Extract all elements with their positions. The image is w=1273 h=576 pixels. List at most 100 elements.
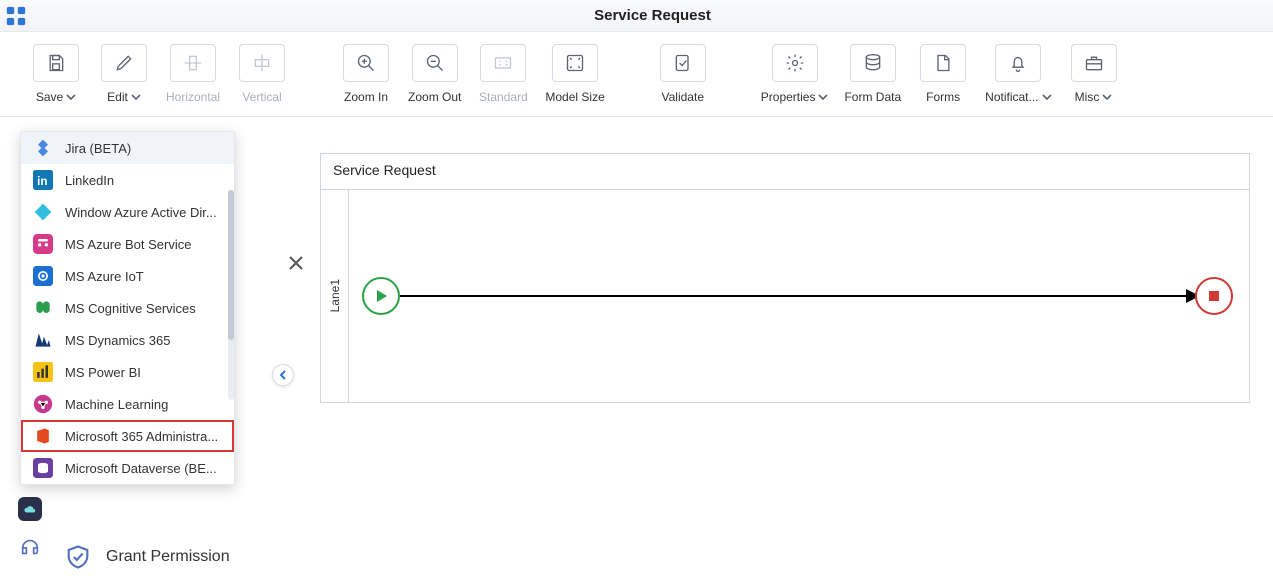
vertical-label: Vertical xyxy=(242,90,281,104)
pencil-icon xyxy=(114,53,134,73)
svg-text:in: in xyxy=(37,175,47,188)
cloud-icon xyxy=(23,502,37,516)
panel-close-button[interactable] xyxy=(286,253,306,273)
dropdown-item[interactable]: Microsoft Dataverse (BE... xyxy=(21,452,234,484)
dropdown-item[interactable]: MS Power BI xyxy=(21,356,234,388)
zoom-in-label: Zoom In xyxy=(344,90,388,104)
sequence-flow[interactable] xyxy=(400,295,1196,297)
dropdown-item[interactable]: Machine Learning xyxy=(21,388,234,420)
form-data-label: Form Data xyxy=(844,90,901,104)
dropdown-item-label: Window Azure Active Dir... xyxy=(65,205,217,220)
model-size-label: Model Size xyxy=(545,90,604,104)
chevron-down-icon xyxy=(1102,92,1112,102)
fit-standard-icon xyxy=(493,53,513,73)
save-button[interactable]: Save xyxy=(30,44,82,104)
chevron-down-icon xyxy=(66,92,76,102)
edit-label: Edit xyxy=(107,90,128,104)
standard-label: Standard xyxy=(479,90,528,104)
notifications-button[interactable]: Notificat... xyxy=(985,44,1051,104)
apps-grid-button[interactable] xyxy=(0,0,32,32)
chevron-down-icon xyxy=(131,92,141,102)
dropdown-item[interactable]: Microsoft 365 Administra... xyxy=(21,420,234,452)
panel-collapse-handle[interactable] xyxy=(272,364,294,386)
dropdown-item-label: MS Azure IoT xyxy=(65,269,144,284)
gear-icon xyxy=(785,53,805,73)
fit-model-icon xyxy=(565,53,585,73)
grant-permission-label: Grant Permission xyxy=(106,548,230,566)
dropdown-item-label: Machine Learning xyxy=(65,397,168,412)
bell-icon xyxy=(1008,53,1028,73)
canvas-title: Service Request xyxy=(321,154,1249,190)
horizontal-label: Horizontal xyxy=(166,90,220,104)
end-node[interactable] xyxy=(1195,277,1233,315)
validate-icon xyxy=(673,53,693,73)
process-canvas[interactable]: Service Request Lane1 xyxy=(320,153,1250,403)
chevron-down-icon xyxy=(1042,92,1052,102)
powerbi-icon xyxy=(33,362,53,382)
notifications-label: Notificat... xyxy=(985,90,1038,104)
bot-icon xyxy=(33,234,53,254)
ml-icon xyxy=(33,394,53,414)
iot-icon xyxy=(33,266,53,286)
dropdown-item[interactable]: MS Dynamics 365 xyxy=(21,324,234,356)
document-icon xyxy=(933,53,953,73)
toolbar: Save Edit Horizontal Vertical Zoom In Zo… xyxy=(0,32,1273,117)
vertical-button: Vertical xyxy=(236,44,288,104)
validate-label: Validate xyxy=(662,90,704,104)
shield-check-icon xyxy=(64,543,92,571)
dropdown-item-label: Microsoft 365 Administra... xyxy=(65,429,218,444)
dataverse-icon xyxy=(33,458,53,478)
dropdown-item[interactable]: MS Azure Bot Service xyxy=(21,228,234,260)
model-size-button[interactable]: Model Size xyxy=(545,44,604,104)
grant-permission-item[interactable]: Grant Permission xyxy=(64,543,230,571)
main-area: Grant Permission Jira (BETA) in LinkedIn… xyxy=(0,117,1273,563)
side-icons-strip xyxy=(18,497,42,559)
standard-button: Standard xyxy=(477,44,529,104)
start-node[interactable] xyxy=(362,277,400,315)
dropdown-item[interactable]: MS Azure IoT xyxy=(21,260,234,292)
horizontal-button: Horizontal xyxy=(166,44,220,104)
zoom-out-button[interactable]: Zoom Out xyxy=(408,44,461,104)
chevron-left-icon xyxy=(278,370,288,380)
dropdown-item-label: MS Power BI xyxy=(65,365,141,380)
dropdown-item-label: MS Dynamics 365 xyxy=(65,333,170,348)
lane-label: Lane1 xyxy=(321,190,349,402)
database-icon xyxy=(863,53,883,73)
dropdown-item[interactable]: MS Cognitive Services xyxy=(21,292,234,324)
save-label: Save xyxy=(36,90,63,104)
top-bar: Service Request xyxy=(0,0,1273,32)
scrollbar-thumb[interactable] xyxy=(228,190,234,340)
headset-icon xyxy=(19,536,41,558)
forms-button[interactable]: Forms xyxy=(917,44,969,104)
save-icon xyxy=(46,53,66,73)
form-data-button[interactable]: Form Data xyxy=(844,44,901,104)
toolbox-icon xyxy=(1084,53,1104,73)
misc-label: Misc xyxy=(1075,90,1100,104)
misc-button[interactable]: Misc xyxy=(1068,44,1120,104)
chevron-down-icon xyxy=(818,92,828,102)
dropdown-item-label: MS Cognitive Services xyxy=(65,301,196,316)
connector-dropdown[interactable]: Jira (BETA) in LinkedIn Window Azure Act… xyxy=(20,131,235,485)
zoom-out-icon xyxy=(425,53,445,73)
dropdown-item[interactable]: Jira (BETA) xyxy=(21,132,234,164)
dropdown-item-label: MS Azure Bot Service xyxy=(65,237,191,252)
forms-label: Forms xyxy=(926,90,960,104)
jira-icon xyxy=(33,138,53,158)
play-icon xyxy=(374,289,388,303)
properties-button[interactable]: Properties xyxy=(761,44,829,104)
dropdown-item[interactable]: in LinkedIn xyxy=(21,164,234,196)
validate-button[interactable]: Validate xyxy=(657,44,709,104)
dynamics-icon xyxy=(33,330,53,350)
dropdown-item-label: Jira (BETA) xyxy=(65,141,131,156)
close-icon xyxy=(286,253,306,273)
office-icon xyxy=(33,426,53,446)
zoom-in-button[interactable]: Zoom In xyxy=(340,44,392,104)
properties-label: Properties xyxy=(761,90,816,104)
align-horizontal-icon xyxy=(183,53,203,73)
dropdown-item[interactable]: Window Azure Active Dir... xyxy=(21,196,234,228)
apps-grid-icon xyxy=(5,5,27,27)
side-icon-1[interactable] xyxy=(18,497,42,521)
edit-button[interactable]: Edit xyxy=(98,44,150,104)
side-icon-headset[interactable] xyxy=(18,535,42,559)
align-vertical-icon xyxy=(252,53,272,73)
